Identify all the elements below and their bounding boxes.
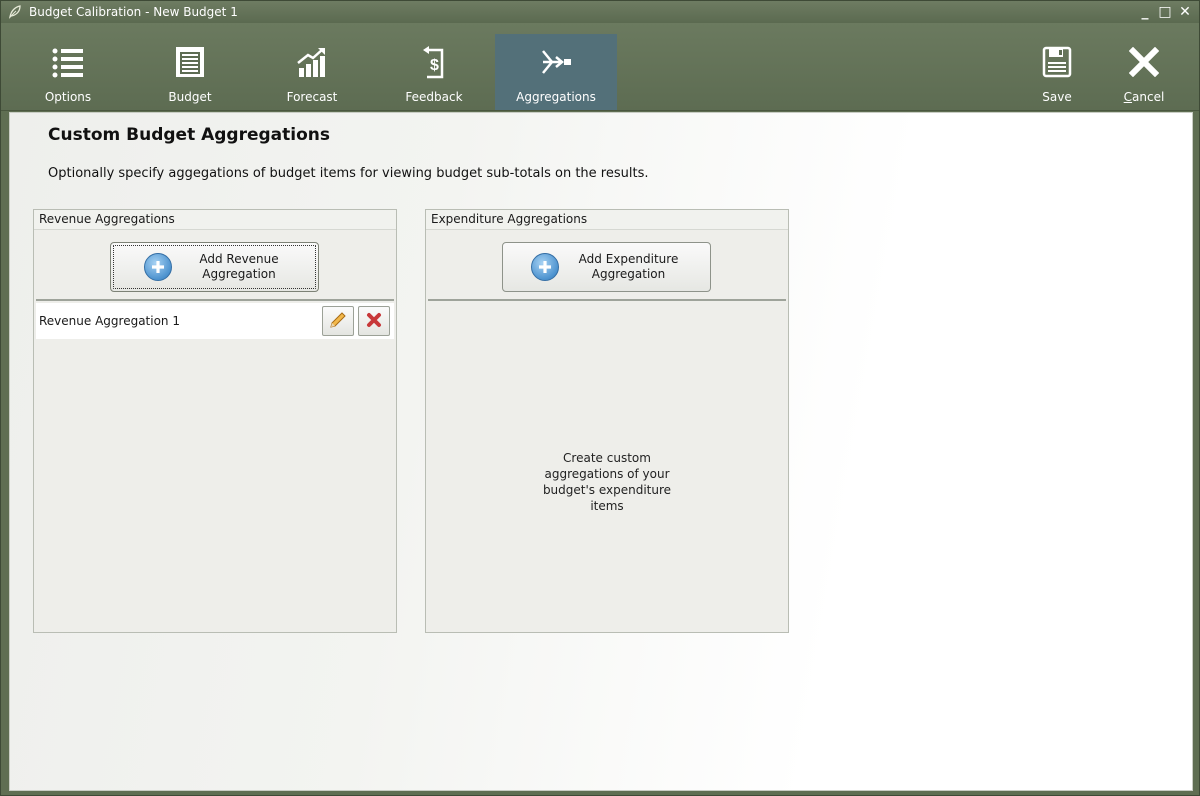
aggregations-button[interactable]: Aggregations xyxy=(495,34,617,110)
edit-aggregation-button[interactable] xyxy=(322,306,354,336)
add-revenue-aggregation-button[interactable]: Add Revenue Aggregation xyxy=(110,242,319,292)
forecast-label: Forecast xyxy=(286,90,338,104)
close-button[interactable]: ✕ xyxy=(1177,3,1193,21)
revenue-aggregation-label: Revenue Aggregation 1 xyxy=(39,314,180,328)
options-button[interactable]: Options xyxy=(7,34,129,110)
plus-circle-icon xyxy=(531,253,559,281)
title-bar[interactable]: Budget Calibration - New Budget 1 _ □ ✕ xyxy=(1,1,1199,23)
minimize-button[interactable]: _ xyxy=(1137,3,1153,21)
red-x-icon xyxy=(366,312,382,331)
floppy-disk-icon xyxy=(1037,42,1077,82)
window-controls: _ □ ✕ xyxy=(1137,3,1193,21)
window-title: Budget Calibration - New Budget 1 xyxy=(29,5,238,19)
dollar-return-icon: $ xyxy=(414,42,454,82)
growth-chart-icon xyxy=(292,42,332,82)
delete-aggregation-button[interactable] xyxy=(358,306,390,336)
feedback-label: Feedback xyxy=(405,90,463,104)
revenue-divider xyxy=(36,299,394,301)
pencil-icon xyxy=(329,311,347,332)
add-expenditure-aggregation-button[interactable]: Add Expenditure Aggregation xyxy=(502,242,711,292)
revenue-panel-header: Revenue Aggregations xyxy=(34,210,396,230)
app-window: Budget Calibration - New Budget 1 _ □ ✕ … xyxy=(0,0,1200,796)
revenue-aggregations-panel: Revenue Aggregations Add Revenue Aggrega… xyxy=(33,209,397,633)
ledger-icon xyxy=(170,42,210,82)
svg-text:$: $ xyxy=(430,57,439,74)
app-leaf-icon xyxy=(7,4,23,20)
add-revenue-aggregation-label: Add Revenue Aggregation xyxy=(199,252,279,281)
expenditure-empty-message: Create custom aggregations of your budge… xyxy=(542,451,672,513)
feedback-button[interactable]: $ Feedback xyxy=(373,34,495,110)
main-toolbar: Options Budget Forecast $ Feedback Aggre… xyxy=(1,23,1199,111)
expenditure-divider xyxy=(428,299,786,301)
expenditure-aggregations-panel: Expenditure Aggregations Add Expenditure… xyxy=(425,209,789,633)
content-area: Custom Budget Aggregations Optionally sp… xyxy=(9,112,1193,791)
list-icon xyxy=(48,42,88,82)
page-description: Optionally specify aggegations of budget… xyxy=(48,166,649,181)
page-title: Custom Budget Aggregations xyxy=(48,125,331,145)
plus-circle-icon xyxy=(144,253,172,281)
cancel-label: Cancel xyxy=(1123,90,1165,104)
cancel-button[interactable]: Cancel xyxy=(1083,34,1200,110)
forecast-button[interactable]: Forecast xyxy=(251,34,373,110)
x-icon xyxy=(1124,42,1164,82)
aggregate-flow-icon xyxy=(536,42,576,82)
options-label: Options xyxy=(44,90,92,104)
add-expenditure-aggregation-label: Add Expenditure Aggregation xyxy=(578,252,679,281)
maximize-button[interactable]: □ xyxy=(1157,3,1173,21)
budget-button[interactable]: Budget xyxy=(129,34,251,110)
save-label: Save xyxy=(1042,90,1072,104)
budget-label: Budget xyxy=(168,90,212,104)
aggregations-label: Aggregations xyxy=(516,90,596,104)
expenditure-panel-header: Expenditure Aggregations xyxy=(426,210,788,230)
revenue-aggregation-row[interactable]: Revenue Aggregation 1 xyxy=(36,303,394,339)
